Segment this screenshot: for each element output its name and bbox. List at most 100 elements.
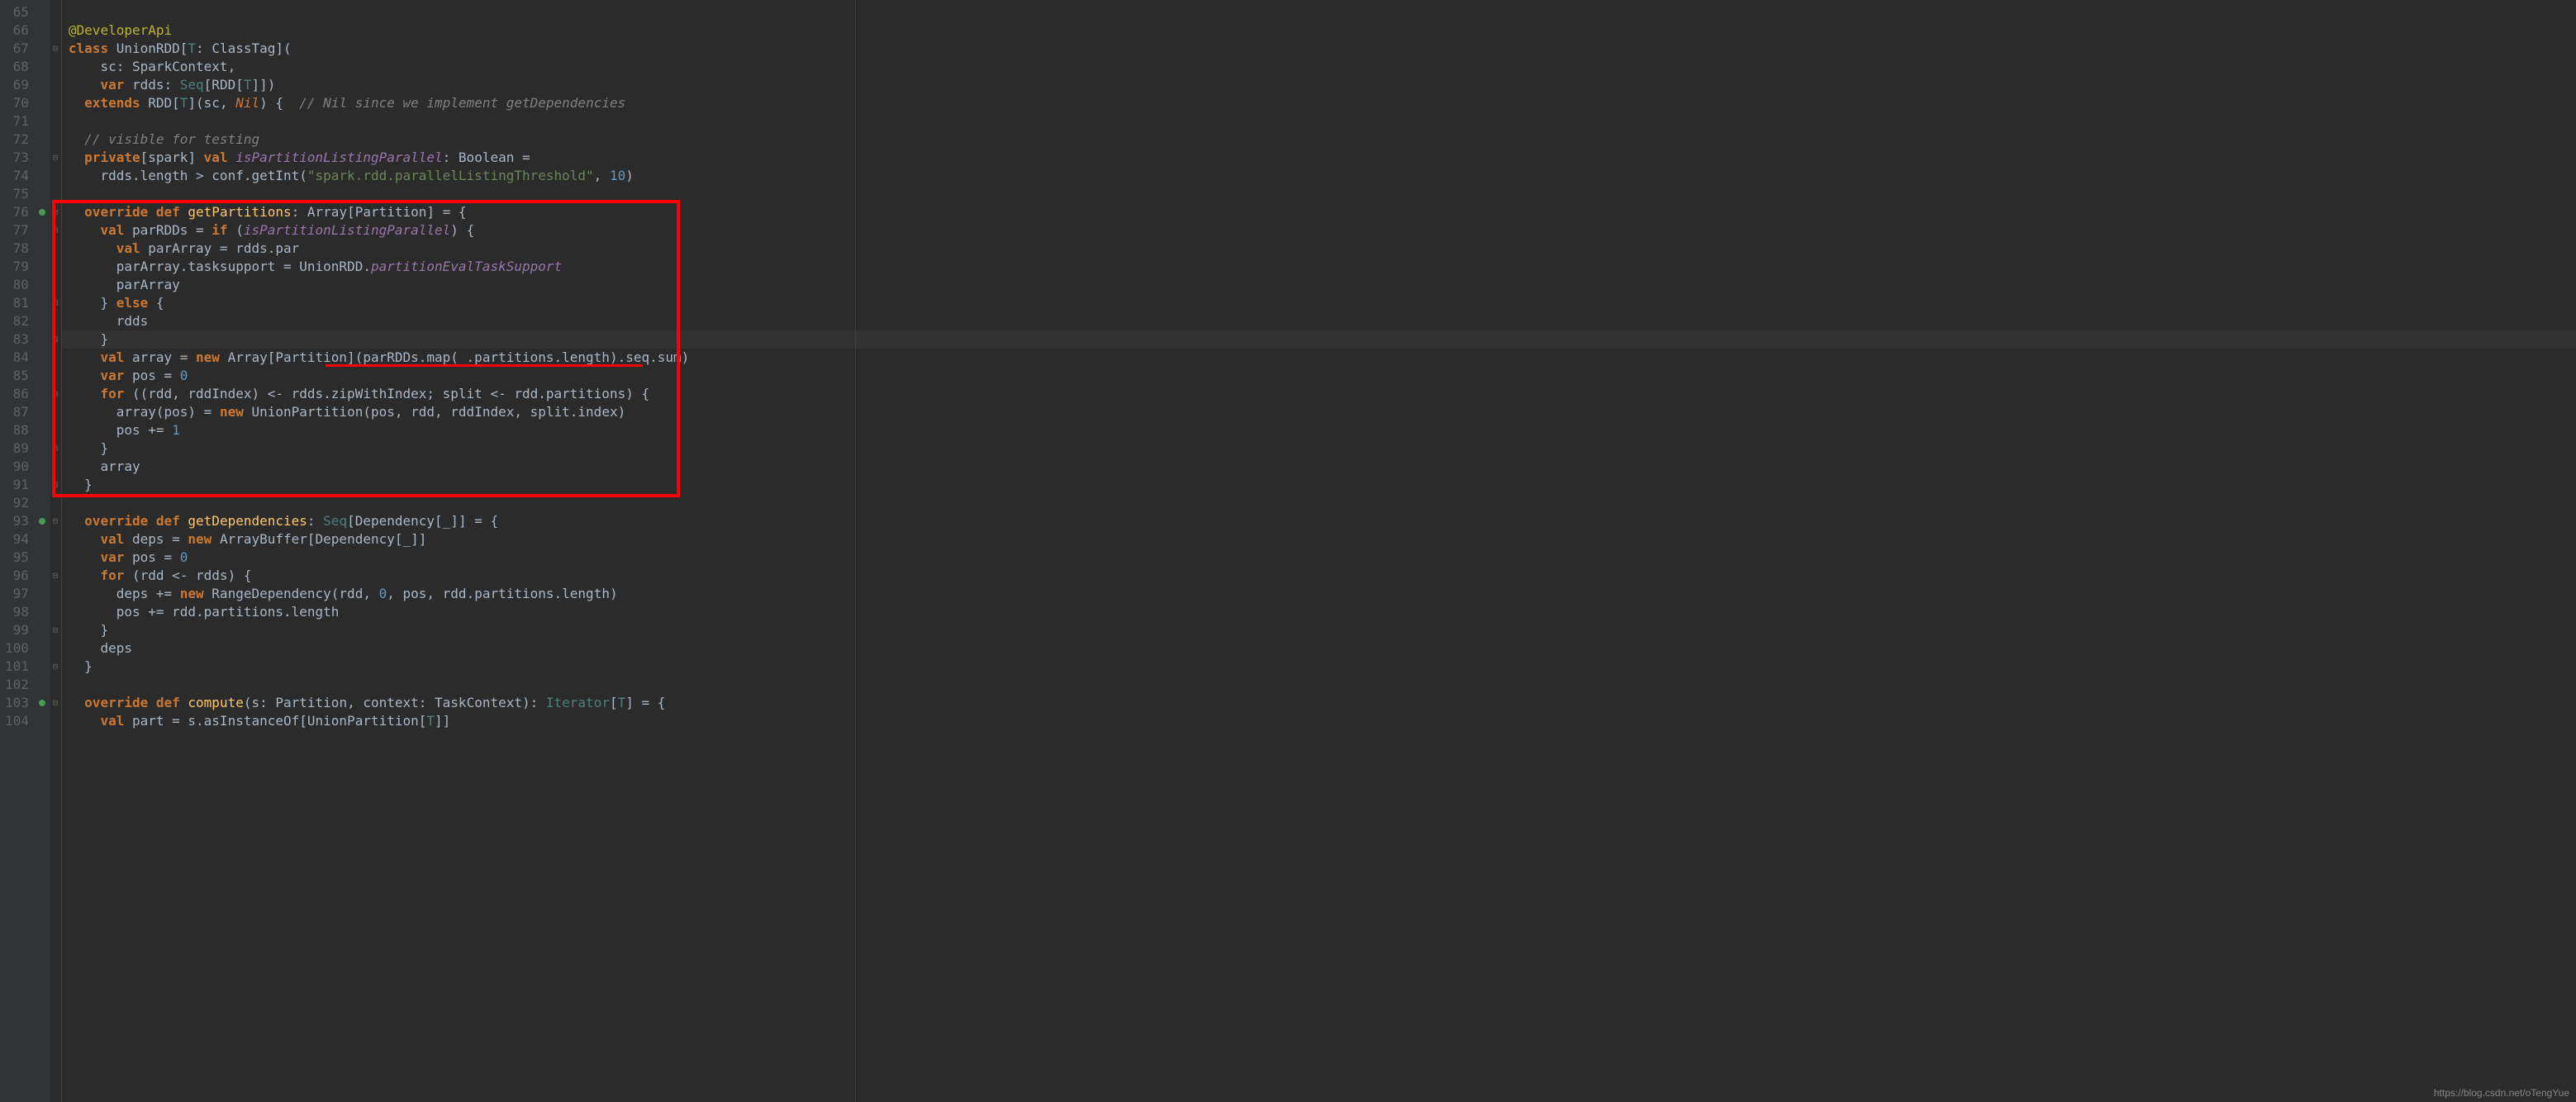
code-line[interactable]: }: [69, 621, 2576, 639]
right-margin-guide: [855, 0, 856, 1102]
line-number-gutter: 6566676869707172737475767778798081828384…: [0, 0, 37, 1102]
line-number: 65: [5, 3, 29, 21]
line-number: 71: [5, 112, 29, 131]
gutter-marker-icon[interactable]: [39, 700, 45, 706]
code-line[interactable]: var pos = 0: [69, 549, 2576, 567]
code-line[interactable]: val parRDDs = if (isPartitionListingPara…: [69, 221, 2576, 240]
line-number: 79: [5, 258, 29, 276]
code-line[interactable]: val deps = new ArrayBuffer[Dependency[_]…: [69, 530, 2576, 549]
code-line[interactable]: array: [69, 458, 2576, 476]
line-number: 86: [5, 385, 29, 403]
code-line[interactable]: pos += rdd.partitions.length: [69, 603, 2576, 621]
line-number: 75: [5, 185, 29, 203]
code-line[interactable]: var rdds: Seq[RDD[T]]): [69, 76, 2576, 94]
gutter-marker-icon[interactable]: [39, 209, 45, 216]
line-number: 78: [5, 240, 29, 258]
fold-toggle-icon[interactable]: ⊟: [51, 299, 59, 307]
line-number: 82: [5, 312, 29, 330]
line-number: 69: [5, 76, 29, 94]
fold-toggle-icon[interactable]: ⊟: [51, 444, 59, 453]
code-line[interactable]: private[spark] val isPartitionListingPar…: [69, 149, 2576, 167]
line-number: 87: [5, 403, 29, 421]
line-number: 97: [5, 585, 29, 603]
line-number: 68: [5, 58, 29, 76]
code-line[interactable]: }: [69, 658, 2576, 676]
line-number: 76: [5, 203, 29, 221]
code-line[interactable]: [69, 3, 2576, 21]
code-line[interactable]: for ((rdd, rddIndex) <- rdds.zipWithInde…: [69, 385, 2576, 403]
line-number: 88: [5, 421, 29, 439]
fold-toggle-icon[interactable]: ⊟: [51, 208, 59, 216]
line-number: 94: [5, 530, 29, 549]
gutter-marker-icon[interactable]: [39, 518, 45, 525]
code-line[interactable]: for (rdd <- rdds) {: [69, 567, 2576, 585]
code-area[interactable]: @DeveloperApi class UnionRDD[T: ClassTag…: [62, 0, 2576, 1102]
code-line[interactable]: [69, 112, 2576, 131]
line-number: 73: [5, 149, 29, 167]
fold-toggle-icon[interactable]: ⊟: [51, 390, 59, 398]
code-line[interactable]: val array = new Array[Partition](parRDDs…: [69, 349, 2576, 367]
line-number: 96: [5, 567, 29, 585]
line-number: 80: [5, 276, 29, 294]
line-number: 72: [5, 131, 29, 149]
fold-toggle-icon[interactable]: ⊟: [51, 154, 59, 162]
code-line[interactable]: override def compute(s: Partition, conte…: [69, 694, 2576, 712]
fold-toggle-icon[interactable]: ⊟: [51, 335, 59, 344]
fold-toggle-icon[interactable]: ⊟: [51, 226, 59, 235]
code-line[interactable]: override def getPartitions: Array[Partit…: [69, 203, 2576, 221]
code-line[interactable]: [69, 494, 2576, 512]
code-line[interactable]: // visible for testing: [69, 131, 2576, 149]
line-number: 103: [5, 694, 29, 712]
code-line[interactable]: deps += new RangeDependency(rdd, 0, pos,…: [69, 585, 2576, 603]
watermark-text: https://blog.csdn.net/oTengYue: [2434, 1087, 2569, 1099]
fold-toggle-icon[interactable]: ⊟: [51, 699, 59, 707]
line-number: 77: [5, 221, 29, 240]
fold-toggle-icon[interactable]: ⊟: [51, 517, 59, 525]
line-number: 102: [5, 676, 29, 694]
code-line[interactable]: var pos = 0: [69, 367, 2576, 385]
line-number: 74: [5, 167, 29, 185]
code-line[interactable]: override def getDependencies: Seq[Depend…: [69, 512, 2576, 530]
code-line[interactable]: [69, 185, 2576, 203]
line-number: 92: [5, 494, 29, 512]
code-line[interactable]: deps: [69, 639, 2576, 658]
code-line[interactable]: }: [69, 330, 2576, 349]
code-editor[interactable]: 6566676869707172737475767778798081828384…: [0, 0, 2576, 1102]
line-number: 98: [5, 603, 29, 621]
fold-toggle-icon[interactable]: ⊟: [51, 481, 59, 489]
code-line[interactable]: parArray: [69, 276, 2576, 294]
code-line[interactable]: @DeveloperApi: [69, 21, 2576, 40]
code-line[interactable]: }: [69, 476, 2576, 494]
code-line[interactable]: pos += 1: [69, 421, 2576, 439]
line-number: 70: [5, 94, 29, 112]
fold-toggle-icon[interactable]: ⊟: [51, 45, 59, 53]
fold-toggle-icon[interactable]: ⊟: [51, 626, 59, 634]
line-number: 85: [5, 367, 29, 385]
code-line[interactable]: parArray.tasksupport = UnionRDD.partitio…: [69, 258, 2576, 276]
code-line[interactable]: val parArray = rdds.par: [69, 240, 2576, 258]
line-number: 101: [5, 658, 29, 676]
line-number: 91: [5, 476, 29, 494]
line-number: 90: [5, 458, 29, 476]
code-line[interactable]: val part = s.asInstanceOf[UnionPartition…: [69, 712, 2576, 730]
code-line[interactable]: }: [69, 439, 2576, 458]
fold-toggle-icon[interactable]: ⊟: [51, 572, 59, 580]
fold-column[interactable]: ⊟ ⊟ ⊟ ⊟ ⊟ ⊟ ⊟ ⊟ ⊟ ⊟ ⊟ ⊟ ⊟ ⊟: [50, 0, 62, 1102]
code-line[interactable]: [69, 676, 2576, 694]
code-line[interactable]: } else {: [69, 294, 2576, 312]
code-line[interactable]: sc: SparkContext,: [69, 58, 2576, 76]
line-number: 104: [5, 712, 29, 730]
code-line[interactable]: array(pos) = new UnionPartition(pos, rdd…: [69, 403, 2576, 421]
line-number: 66: [5, 21, 29, 40]
line-number: 93: [5, 512, 29, 530]
line-number: 84: [5, 349, 29, 367]
line-number: 83: [5, 330, 29, 349]
line-number: 99: [5, 621, 29, 639]
fold-toggle-icon[interactable]: ⊟: [51, 663, 59, 671]
code-line[interactable]: rdds.length > conf.getInt("spark.rdd.par…: [69, 167, 2576, 185]
code-line[interactable]: rdds: [69, 312, 2576, 330]
marker-column: [37, 0, 50, 1102]
code-line[interactable]: class UnionRDD[T: ClassTag](: [69, 40, 2576, 58]
code-line[interactable]: extends RDD[T](sc, Nil) { // Nil since w…: [69, 94, 2576, 112]
line-number: 67: [5, 40, 29, 58]
